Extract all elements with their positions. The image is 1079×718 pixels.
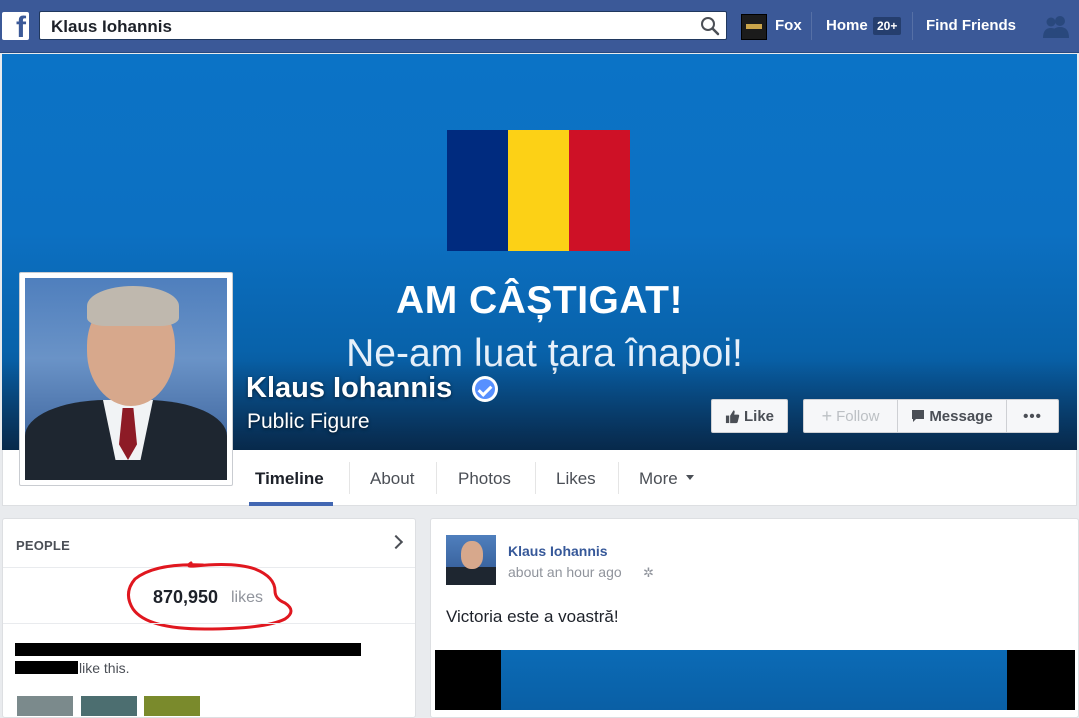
friend-thumbnail[interactable]: [81, 696, 137, 716]
people-heading: PEOPLE: [16, 538, 70, 553]
top-navigation-bar: f Fox Home 20+ Find Friends: [0, 0, 1079, 53]
message-icon: [912, 410, 925, 422]
timeline-post: Klaus Iohannis about an hour ago ✲ Victo…: [430, 518, 1079, 718]
facebook-logo[interactable]: f: [2, 12, 29, 43]
friend-thumbnail[interactable]: [17, 696, 73, 716]
page-title[interactable]: Klaus Iohannis: [246, 372, 452, 405]
flag-stripe-yellow: [508, 130, 569, 251]
flag-stripe-blue: [447, 130, 508, 251]
search-icon[interactable]: [700, 16, 720, 36]
post-author-name[interactable]: Klaus Iohannis: [508, 543, 608, 559]
dropdown-caret-icon: [685, 475, 694, 481]
flag-stripe-red: [569, 130, 630, 251]
nav-divider: [811, 12, 812, 40]
user-profile-link[interactable]: Fox: [775, 17, 802, 34]
tab-likes[interactable]: Likes: [556, 469, 596, 489]
search-input[interactable]: [49, 15, 693, 39]
friend-requests-icon[interactable]: [1041, 14, 1071, 38]
follow-button[interactable]: + Follow: [803, 399, 898, 433]
message-button[interactable]: Message: [897, 399, 1007, 433]
page-category: Public Figure: [247, 410, 370, 433]
tab-divider: [618, 462, 619, 494]
thumbs-up-icon: [725, 409, 740, 423]
tab-photos[interactable]: Photos: [458, 469, 511, 489]
more-options-button[interactable]: •••: [1006, 399, 1059, 433]
tab-divider: [436, 462, 437, 494]
profile-picture-frame[interactable]: [19, 272, 233, 486]
redacted-friend-names: [15, 661, 78, 674]
chevron-right-icon[interactable]: [388, 534, 404, 550]
plus-icon: +: [821, 405, 833, 426]
user-avatar[interactable]: [741, 14, 767, 40]
ellipsis-icon: •••: [1023, 407, 1042, 425]
profile-picture: [25, 278, 227, 480]
search-box[interactable]: [39, 11, 727, 40]
audience-public-icon[interactable]: ✲: [643, 565, 654, 581]
friend-thumbnail[interactable]: [144, 696, 200, 716]
tab-timeline[interactable]: Timeline: [255, 469, 324, 489]
romanian-flag: [447, 130, 630, 251]
red-hand-drawn-circle: [127, 561, 293, 631]
home-notification-badge: 20+: [873, 17, 902, 35]
tab-more[interactable]: More: [639, 469, 694, 489]
tab-about[interactable]: About: [370, 469, 414, 489]
like-button[interactable]: Like: [711, 399, 788, 433]
divider: [3, 623, 415, 624]
post-media[interactable]: [435, 650, 1075, 710]
post-text: Victoria este a voastră!: [446, 607, 619, 626]
find-friends-link[interactable]: Find Friends: [926, 17, 1016, 34]
nav-divider: [912, 12, 913, 40]
active-tab-indicator: [249, 502, 333, 506]
home-link[interactable]: Home: [826, 17, 868, 34]
tab-divider: [535, 462, 536, 494]
friends-like-this-text: like this.: [79, 660, 130, 676]
redacted-friend-names: [15, 643, 361, 656]
post-author-avatar[interactable]: [446, 535, 496, 585]
people-card: PEOPLE 870,950 likes like this.: [2, 518, 416, 718]
verified-badge-icon: [472, 376, 498, 402]
post-timestamp[interactable]: about an hour ago: [508, 564, 622, 580]
tab-divider: [349, 462, 350, 494]
